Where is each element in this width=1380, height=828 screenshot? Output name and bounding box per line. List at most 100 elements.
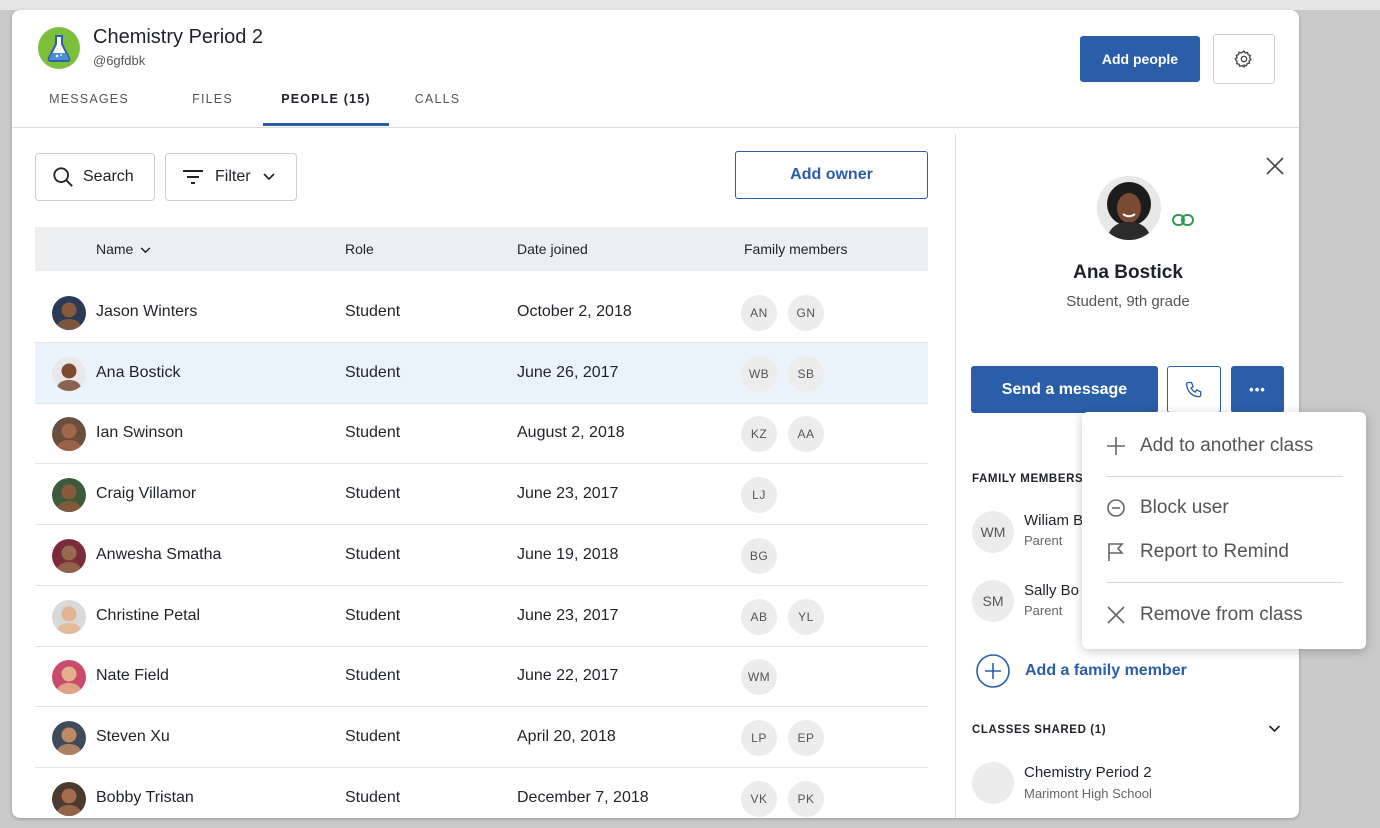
family-member-chip[interactable]: BG (741, 537, 777, 574)
add-family-member-link[interactable]: Add a family member (976, 654, 1187, 688)
family-member-avatar: WM (972, 511, 1014, 553)
family-member-name[interactable]: Wiliam B (1024, 512, 1083, 529)
menu-divider (1106, 582, 1343, 583)
column-header-date: Date joined (517, 241, 588, 257)
table-row[interactable]: Steven Xu Student April 20, 2018 LP EP (35, 707, 928, 768)
chevron-down-icon (1268, 725, 1281, 733)
family-member-chip[interactable]: VK (741, 780, 777, 817)
table-row[interactable]: Nate Field Student June 22, 2017 WM (35, 646, 928, 708)
classes-section-label: CLASSES SHARED (1) (972, 724, 1107, 736)
flag-icon (1108, 543, 1124, 561)
student-name[interactable]: Ian Swinson (96, 403, 183, 463)
tab-files[interactable]: FILES (175, 85, 250, 125)
link-icon (1172, 214, 1194, 226)
avatar (52, 660, 86, 695)
family-member-chip[interactable]: AA (788, 416, 824, 453)
date-joined: June 23, 2017 (517, 485, 619, 503)
column-header-family: Family members (744, 241, 848, 257)
family-member-name[interactable]: Sally Bo (1024, 582, 1079, 599)
plus-icon (1107, 437, 1125, 455)
add-owner-button[interactable]: Add owner (735, 151, 928, 199)
family-member-role: Parent (1024, 533, 1063, 548)
menu-item-report[interactable]: Report to Remind (1082, 532, 1366, 572)
family-member-chip[interactable]: WM (741, 659, 777, 696)
profile-name: Ana Bostick (1073, 262, 1183, 283)
search-button[interactable]: Search (35, 153, 155, 201)
menu-divider (1106, 476, 1343, 477)
table-row[interactable]: Bobby Tristan Student December 7, 2018 VK PK (35, 768, 928, 818)
avatar (52, 478, 86, 513)
avatar (52, 538, 86, 573)
settings-button[interactable] (1213, 34, 1275, 84)
table-header: Name Role Date joined Family members (35, 227, 928, 271)
menu-item-block-user[interactable]: Block user (1082, 488, 1366, 528)
family-member-chip[interactable]: LP (741, 719, 777, 756)
family-member-chip[interactable]: LJ (741, 477, 777, 514)
profile-avatar (1097, 176, 1161, 240)
menu-item-remove[interactable]: Remove from class (1082, 595, 1366, 635)
tab-messages[interactable]: MESSAGES (34, 85, 144, 125)
student-name[interactable]: Steven Xu (96, 707, 170, 767)
tab-calls[interactable]: CALLS (400, 85, 475, 125)
student-role: Student (345, 303, 401, 320)
filter-icon (183, 170, 203, 184)
close-icon (1266, 157, 1284, 175)
student-name[interactable]: Ana Bostick (96, 343, 180, 403)
student-role: Student (345, 727, 401, 745)
table-row[interactable]: Christine Petal Student June 23, 2017 AB YL (35, 586, 928, 647)
call-button[interactable] (1167, 366, 1221, 413)
family-member-chip[interactable]: KZ (741, 416, 777, 453)
class-avatar (38, 27, 80, 69)
date-joined: April 20, 2018 (517, 727, 616, 745)
tab-people[interactable]: PEOPLE (15) (263, 85, 389, 126)
plus-circle-icon (976, 654, 1010, 688)
date-joined: June 26, 2017 (517, 363, 619, 381)
avatar (52, 417, 86, 452)
student-role: Student (345, 485, 401, 503)
family-member-avatar: SM (972, 580, 1014, 622)
date-joined: December 7, 2018 (517, 788, 649, 806)
family-member-chip[interactable]: YL (788, 598, 824, 635)
filter-label: Filter (215, 168, 251, 185)
family-member-chip[interactable]: WB (741, 355, 777, 392)
filter-button[interactable]: Filter (165, 153, 297, 201)
avatar (52, 356, 86, 391)
student-role: Student (345, 363, 401, 381)
sort-chevron-icon (140, 247, 151, 254)
date-joined: June 23, 2017 (517, 606, 619, 624)
family-member-chip[interactable]: PK (788, 780, 824, 817)
block-icon (1107, 499, 1125, 517)
student-role: Student (345, 424, 401, 442)
table-row[interactable]: Jason Winters Student October 2, 2018 AN GN (35, 282, 928, 343)
shared-class-name[interactable]: Chemistry Period 2 (1024, 764, 1152, 781)
more-options-button[interactable]: ••• (1231, 366, 1284, 413)
student-role: Student (345, 788, 401, 806)
avatar (52, 781, 86, 816)
table-row[interactable]: Anwesha Smatha Student June 19, 2018 BG (35, 525, 928, 586)
table-row[interactable]: Ana Bostick Student June 26, 2017 WB SB (35, 342, 928, 404)
family-member-chip[interactable]: SB (788, 355, 824, 392)
family-member-chip[interactable]: AB (741, 598, 777, 635)
column-header-name[interactable]: Name (96, 227, 151, 271)
student-name[interactable]: Nate Field (96, 646, 169, 706)
family-member-chip[interactable]: GN (788, 295, 824, 331)
student-role: Student (345, 545, 401, 563)
family-member-chip[interactable]: EP (788, 719, 824, 756)
date-joined: August 2, 2018 (517, 424, 625, 442)
flask-icon (47, 35, 71, 62)
close-icon (1107, 606, 1125, 624)
table-row[interactable]: Craig Villamor Student June 23, 2017 LJ (35, 464, 928, 526)
student-name[interactable]: Craig Villamor (96, 464, 196, 524)
student-name[interactable]: Anwesha Smatha (96, 525, 221, 585)
student-name[interactable]: Bobby Tristan (96, 768, 194, 818)
send-message-button[interactable]: Send a message (971, 366, 1158, 413)
search-label: Search (83, 168, 134, 185)
add-people-button[interactable]: Add people (1080, 36, 1200, 82)
table-row[interactable]: Ian Swinson Student August 2, 2018 KZ AA (35, 403, 928, 465)
avatar (52, 720, 86, 755)
more-options-menu: Add to another class Block user Report t… (1082, 412, 1366, 649)
family-member-chip[interactable]: AN (741, 295, 777, 331)
student-name[interactable]: Jason Winters (96, 282, 197, 342)
student-name[interactable]: Christine Petal (96, 586, 200, 646)
menu-item-add-to-class[interactable]: Add to another class (1082, 426, 1366, 466)
